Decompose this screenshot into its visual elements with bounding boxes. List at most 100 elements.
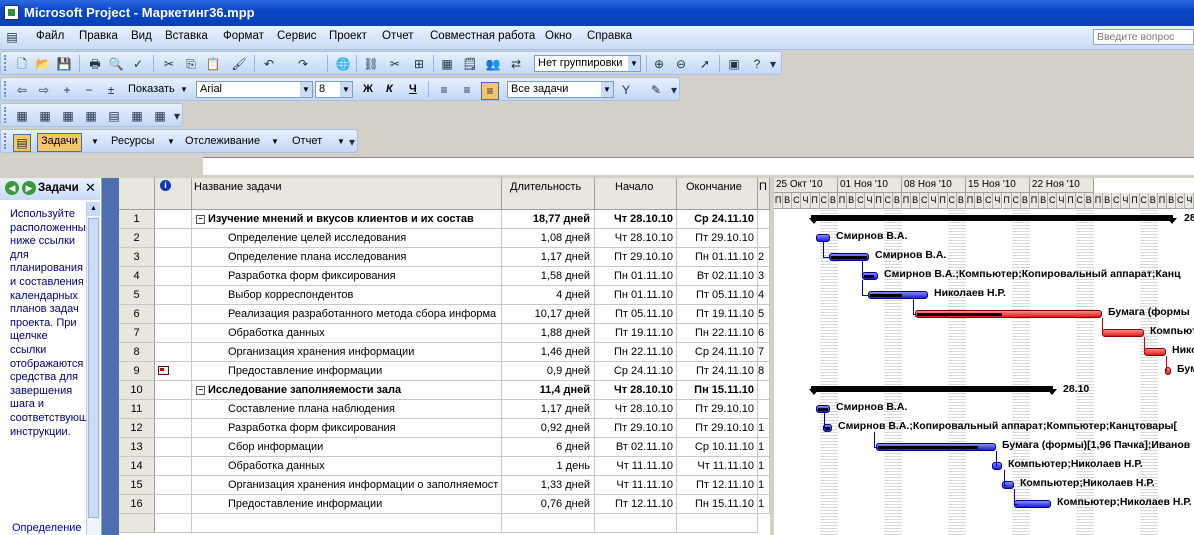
row-id[interactable]: 7 — [119, 324, 155, 343]
start-cell[interactable]: Пт 29.10.10 — [595, 248, 677, 267]
align-left-icon[interactable]: ≡ — [436, 82, 452, 98]
row-id[interactable]: 11 — [119, 400, 155, 419]
start-cell[interactable]: Пн 01.11.10 — [595, 286, 677, 305]
finish-cell[interactable]: Вт 02.11.10 — [677, 267, 758, 286]
task-name-cell[interactable]: Выбор корреспондентов — [192, 286, 502, 305]
table-row[interactable]: 5 Выбор корреспондентов 4 дней Пн 01.11.10 П… — [119, 286, 770, 305]
predecessor-cell[interactable]: 3 — [758, 267, 770, 286]
start-cell[interactable]: Пн 01.11.10 — [595, 267, 677, 286]
finish-cell[interactable]: Пт 29.10.10 — [677, 400, 758, 419]
duration-cell[interactable]: 1,46 дней — [502, 343, 595, 362]
table-row[interactable]: 7 Обработка данных 1,88 дней Пт 19.11.10 Пн … — [119, 324, 770, 343]
duration-cell[interactable]: 1,17 дней — [502, 400, 595, 419]
align-right-icon[interactable]: ≡ — [481, 82, 499, 100]
start-cell[interactable]: Пт 12.11.10 — [595, 495, 677, 514]
finish-cell[interactable]: Чт 11.11.10 — [677, 457, 758, 476]
chevron-down-icon[interactable]: ▼ — [337, 137, 345, 146]
toolbar-options-icon[interactable]: ▾ — [669, 82, 679, 98]
finish-cell[interactable]: Пт 05.11.10 — [677, 286, 758, 305]
duration-cell[interactable]: 1,33 дней — [502, 476, 595, 495]
help-search-input[interactable]: Введите вопрос — [1093, 29, 1194, 45]
back-icon[interactable]: ◀ — [5, 181, 19, 195]
forward-icon[interactable]: ▶ — [22, 181, 36, 195]
finish-cell[interactable]: Пт 29.10.10 — [677, 419, 758, 438]
task-info-icon[interactable]: ▦ — [439, 56, 455, 72]
name-header[interactable]: Название задачи — [192, 178, 502, 210]
task-name-cell[interactable]: Определение плана исследования — [192, 248, 502, 267]
task-name-cell[interactable]: Обработка данных — [192, 324, 502, 343]
select-all-header[interactable] — [119, 178, 155, 210]
underline-button[interactable]: Ч — [409, 83, 417, 95]
table-icon[interactable]: ▦ — [152, 108, 168, 124]
start-cell[interactable]: Чт 11.11.10 — [595, 457, 677, 476]
indent-icon[interactable]: ⇨ — [36, 82, 52, 98]
toolbar-options-icon[interactable]: ▾ — [347, 134, 357, 150]
view-icon[interactable]: ▤ — [106, 108, 122, 124]
view-icon[interactable]: ▦ — [83, 108, 99, 124]
row-id[interactable]: 1 — [119, 210, 155, 229]
zoom-in-icon[interactable]: ⊕ — [651, 56, 667, 72]
pane-link[interactable]: Определение — [12, 522, 82, 534]
finish-cell[interactable]: Пн 01.11.10 — [677, 248, 758, 267]
duration-cell[interactable]: 4 дней — [502, 286, 595, 305]
print-preview-icon[interactable]: 🔍 — [108, 56, 124, 72]
assign-resources-icon[interactable]: 👥 — [485, 56, 501, 72]
undo-icon[interactable]: ↶ — [261, 56, 277, 72]
row-id[interactable]: 2 — [119, 229, 155, 248]
finish-cell[interactable]: Ср 24.11.10 — [677, 343, 758, 362]
predecessor-cell[interactable] — [758, 381, 770, 400]
table-row[interactable]: 13 Сбор информации 6 дней Вт 02.11.10 Ср 10.… — [119, 438, 770, 457]
show-subtasks-icon[interactable]: + — [59, 82, 75, 98]
task-bar[interactable] — [1014, 500, 1051, 508]
start-cell[interactable]: Чт 28.10.10 — [595, 400, 677, 419]
row-id[interactable]: 8 — [119, 343, 155, 362]
italic-button[interactable]: К — [386, 83, 393, 95]
view-icon[interactable]: ▦ — [14, 108, 30, 124]
open-icon[interactable]: 📂 — [35, 56, 51, 72]
duration-cell[interactable]: 6 дней — [502, 438, 595, 457]
menu-format[interactable]: Формат — [223, 30, 264, 42]
copy-picture-icon[interactable]: ▣ — [726, 56, 742, 72]
help-icon[interactable]: ? — [749, 56, 765, 72]
row-id[interactable]: 9 — [119, 362, 155, 381]
table-row[interactable]: 4 Разработка форм фиксирования 1,58 дней Пн… — [119, 267, 770, 286]
table-row[interactable]: 12 Разработка форм фиксирования 0,92 дней П… — [119, 419, 770, 438]
view-icon[interactable]: ▦ — [60, 108, 76, 124]
scroll-up-icon[interactable]: ▲ — [87, 202, 100, 216]
unlink-tasks-icon[interactable]: ✂ — [387, 56, 403, 72]
toolbar-options-icon[interactable]: ▾ — [172, 108, 182, 124]
predecessor-cell[interactable]: 1 — [758, 419, 770, 438]
task-name-cell[interactable]: Разработка форм фиксирования — [192, 267, 502, 286]
duration-cell[interactable]: 1,58 дней — [502, 267, 595, 286]
predecessor-cell[interactable]: 2 — [758, 248, 770, 267]
grouping-select[interactable]: Нет группировки ▼ — [534, 55, 641, 72]
menu-insert[interactable]: Вставка — [165, 30, 208, 42]
table-row[interactable]: 9 Предоставление информации 0,9 дней Ср 24.… — [119, 362, 770, 381]
tasks-button[interactable]: Задачи — [37, 133, 82, 152]
collapse-icon[interactable]: − — [196, 386, 205, 395]
start-cell[interactable]: Пт 29.10.10 — [595, 419, 677, 438]
predecessor-cell[interactable]: 7 — [758, 343, 770, 362]
task-name-cell[interactable]: Предоставление информации — [192, 362, 502, 381]
menu-file[interactable]: Файл — [36, 30, 64, 42]
pane-scrollbar[interactable]: ▲ — [86, 202, 100, 535]
note-icon[interactable] — [158, 366, 169, 375]
publish-icon[interactable]: ⇄ — [508, 56, 524, 72]
redo-icon[interactable]: ↷ — [295, 56, 311, 72]
save-icon[interactable]: 💾 — [56, 56, 72, 72]
split-task-icon[interactable]: ⊞ — [411, 56, 427, 72]
row-id[interactable]: 14 — [119, 457, 155, 476]
view-icon[interactable]: ▦ — [37, 108, 53, 124]
table-row[interactable]: 10− Исследование заполняемости зала 11,4 д… — [119, 381, 770, 400]
hide-subtasks-icon[interactable]: − — [81, 82, 97, 98]
row-id[interactable]: 3 — [119, 248, 155, 267]
task-name-cell[interactable]: Обработка данных — [192, 457, 502, 476]
start-cell[interactable]: Чт 28.10.10 — [595, 381, 677, 400]
guide-icon[interactable]: ▤ — [13, 134, 31, 152]
duration-cell[interactable]: 11,4 дней — [502, 381, 595, 400]
predecessor-cell[interactable]: 8 — [758, 362, 770, 381]
task-name-cell[interactable]: − Исследование заполняемости зала — [192, 381, 502, 400]
row-id[interactable]: 4 — [119, 267, 155, 286]
duration-cell[interactable]: 1,88 дней — [502, 324, 595, 343]
toolbar-grip[interactable] — [4, 55, 9, 71]
